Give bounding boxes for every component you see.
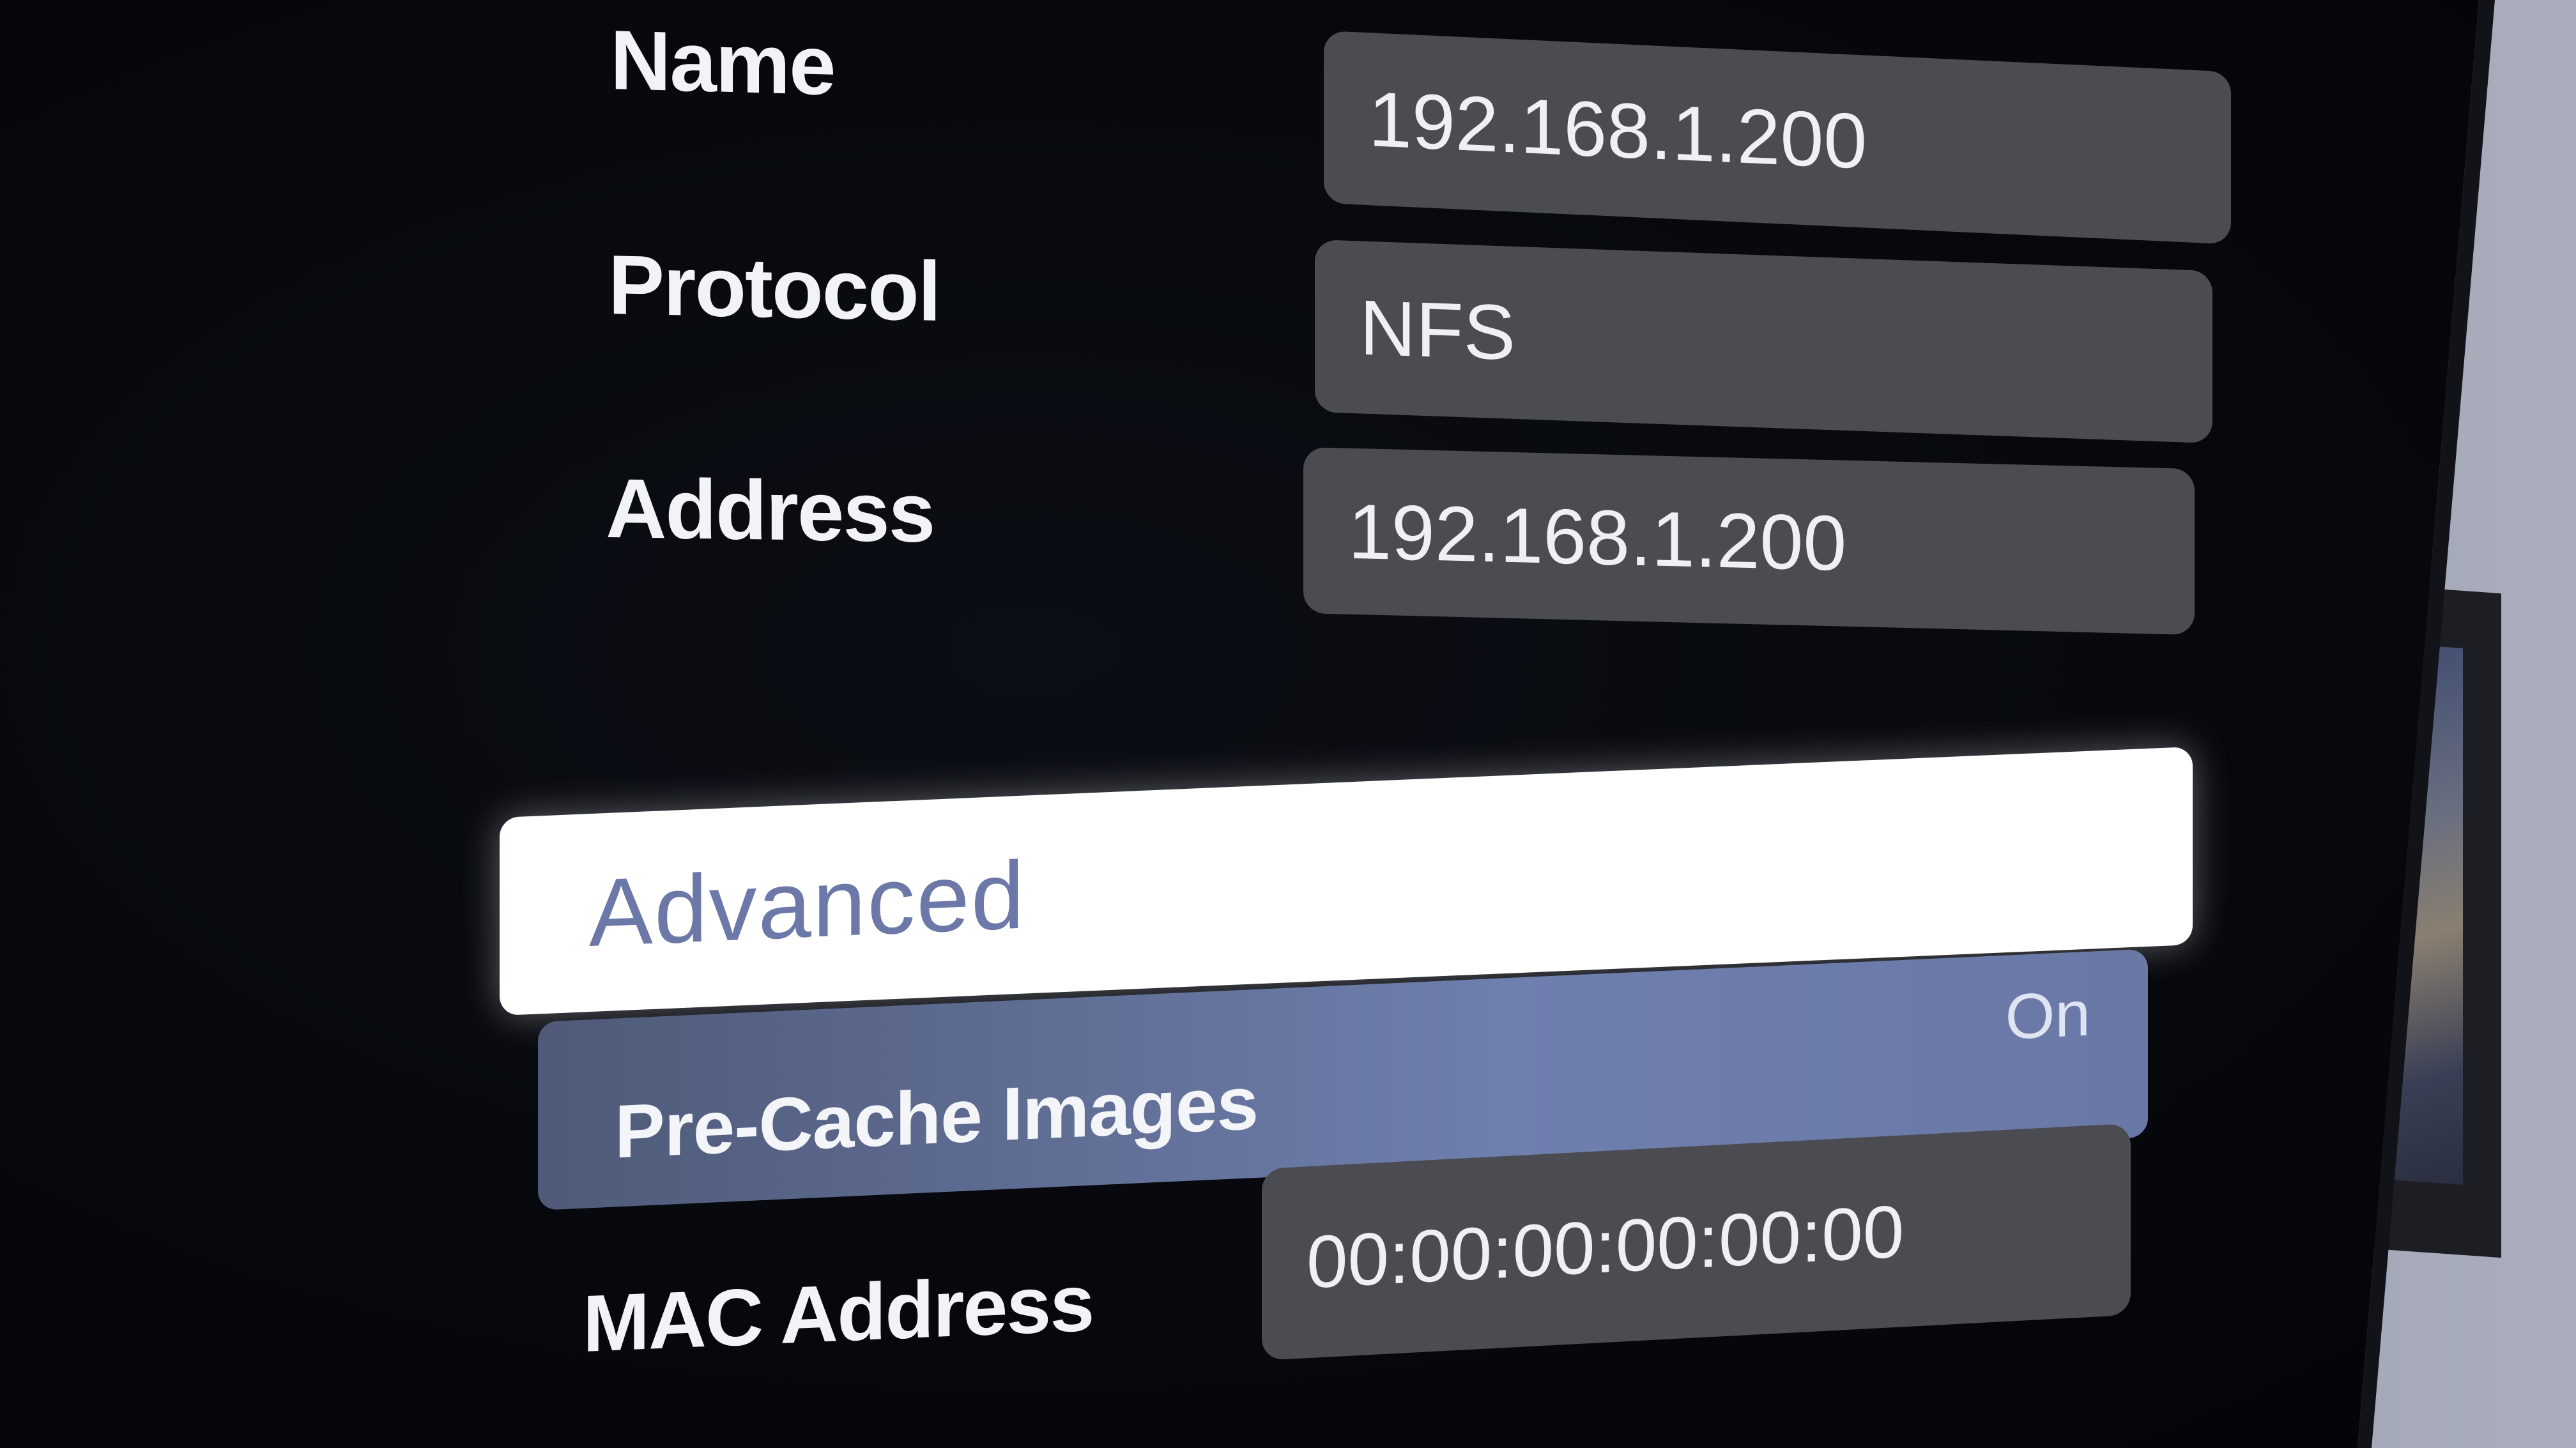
address-label: Address: [606, 461, 935, 560]
name-field[interactable]: 192.168.1.200: [1324, 31, 2231, 245]
name-label: Name: [610, 13, 835, 113]
protocol-label: Protocol: [608, 238, 940, 339]
pre-cache-images-value: On: [2005, 977, 2090, 1053]
advanced-label: Advanced: [589, 840, 1026, 966]
pre-cache-images-label: Pre-Cache Images: [615, 1060, 1259, 1175]
protocol-field[interactable]: NFS: [1315, 240, 2212, 444]
mac-address-label: MAC Address: [583, 1257, 1094, 1369]
tv-screen: Name 192.168.1.200 Protocol NFS Address …: [0, 0, 2479, 1448]
address-field[interactable]: 192.168.1.200: [1303, 447, 2195, 636]
